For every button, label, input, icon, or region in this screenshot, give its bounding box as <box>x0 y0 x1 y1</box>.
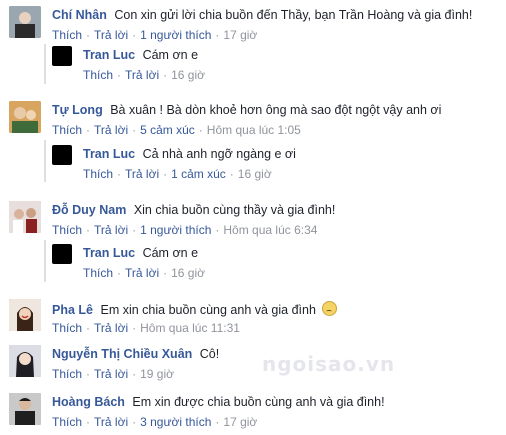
watermark-logo: ngoisao.vn <box>262 352 396 376</box>
comment-text: Cô! <box>199 347 220 361</box>
comment-text: Em xin chia buồn cùng anh và gia đình <box>100 303 316 317</box>
sad-face-emoji-icon <box>322 301 338 316</box>
comment-actions: Thích · Trả lời · 19 giờ <box>52 367 174 381</box>
timestamp[interactable]: 17 giờ <box>223 415 257 429</box>
comment-actions: Thích · Trả lời · 1 cảm xúc · 16 giờ <box>83 167 272 181</box>
avatar[interactable] <box>9 393 41 425</box>
reactions-count[interactable]: 1 người thích <box>140 223 211 237</box>
comment-text: Cám ơn e <box>142 246 199 260</box>
reply-link[interactable]: Trả lời <box>125 68 159 82</box>
comment-actions: Thích · Trả lời · 5 cảm xúc · Hôm qua lúc 1:05 <box>52 123 301 137</box>
avatar[interactable] <box>9 201 41 233</box>
reactions-count[interactable]: 1 người thích <box>140 28 211 42</box>
comment-text-line: Tự Long Bà xuân ! Bà dòn khoẻ hơn ông mà… <box>52 103 441 117</box>
comment-text-line: Đỗ Duy Nam Xin chia buồn cùng thầy và gi… <box>52 203 335 217</box>
reactions-count[interactable]: 3 người thích <box>140 415 211 429</box>
commenter-name[interactable]: Tran Luc <box>83 48 135 62</box>
reply-link[interactable]: Trả lời <box>94 28 128 42</box>
like-link[interactable]: Thích <box>52 28 82 42</box>
comment-text-line: Nguyễn Thị Chiều Xuân Cô! <box>52 347 219 361</box>
like-link[interactable]: Thích <box>52 367 82 381</box>
avatar-image <box>9 6 41 38</box>
like-link[interactable]: Thích <box>83 266 113 280</box>
avatar[interactable] <box>9 345 41 377</box>
timestamp[interactable]: 16 giờ <box>171 266 205 280</box>
avatar[interactable] <box>9 6 41 38</box>
comment-actions: Thích · Trả lời · 1 người thích · 17 giờ <box>52 28 258 42</box>
reply-link[interactable]: Trả lời <box>94 123 128 137</box>
avatar-image <box>9 345 41 377</box>
avatar[interactable] <box>52 244 72 264</box>
comment-text-line: Tran Luc Cả nhà anh ngỡ ngàng e ơi <box>83 147 296 161</box>
reply-thread-line <box>44 44 46 84</box>
timestamp[interactable]: 19 giờ <box>140 367 174 381</box>
timestamp[interactable]: Hôm qua lúc 11:31 <box>140 321 240 335</box>
like-link[interactable]: Thích <box>52 123 82 137</box>
commenter-name[interactable]: Tran Luc <box>83 246 135 260</box>
reply-link[interactable]: Trả lời <box>125 266 159 280</box>
avatar[interactable] <box>9 101 41 133</box>
avatar-image <box>9 201 41 233</box>
timestamp[interactable]: 16 giờ <box>238 167 272 181</box>
like-link[interactable]: Thích <box>52 321 82 335</box>
avatar[interactable] <box>52 145 72 165</box>
reply-link[interactable]: Trả lời <box>94 223 128 237</box>
comment-actions: Thích · Trả lời · Hôm qua lúc 11:31 <box>52 321 240 335</box>
timestamp[interactable]: 16 giờ <box>171 68 205 82</box>
reactions-count[interactable]: 1 cảm xúc <box>171 167 226 181</box>
avatar[interactable] <box>9 299 41 331</box>
comment-actions: Thích · Trả lời · 1 người thích · Hôm qua lúc … <box>52 223 318 237</box>
comment-text-line: Pha Lê Em xin chia buồn cùng anh và gia … <box>52 301 338 317</box>
comment-text-line: Chí Nhân Con xin gửi lời chia buồn đến T… <box>52 8 472 22</box>
commenter-name[interactable]: Tran Luc <box>83 147 135 161</box>
reply-link[interactable]: Trả lời <box>94 367 128 381</box>
commenter-name[interactable]: Hoàng Bách <box>52 395 125 409</box>
commenter-name[interactable]: Nguyễn Thị Chiều Xuân <box>52 347 192 361</box>
comment-text: Xin chia buồn cùng thầy và gia đình! <box>133 203 336 217</box>
comment-actions: Thích · Trả lời · 3 người thích · 17 giờ <box>52 415 258 429</box>
like-link[interactable]: Thích <box>52 415 82 429</box>
commenter-name[interactable]: Pha Lê <box>52 303 93 317</box>
reply-thread-line <box>44 140 46 182</box>
timestamp[interactable]: Hôm qua lúc 1:05 <box>207 123 301 137</box>
avatar[interactable] <box>52 46 72 66</box>
comment-text: Cả nhà anh ngỡ ngàng e ơi <box>142 147 296 161</box>
reply-thread-line <box>44 240 46 282</box>
comment-text: Cám ơn e <box>142 48 199 62</box>
reply-link[interactable]: Trả lời <box>94 321 128 335</box>
avatar-image <box>9 101 41 133</box>
avatar-image <box>9 393 41 425</box>
like-link[interactable]: Thích <box>83 167 113 181</box>
like-link[interactable]: Thích <box>52 223 82 237</box>
comment-actions: Thích · Trả lời · 16 giờ <box>83 266 205 280</box>
timestamp[interactable]: Hôm qua lúc 6:34 <box>223 223 317 237</box>
avatar-image <box>9 299 41 331</box>
reactions-count[interactable]: 5 cảm xúc <box>140 123 195 137</box>
commenter-name[interactable]: Chí Nhân <box>52 8 107 22</box>
comment-text: Bà xuân ! Bà dòn khoẻ hơn ông mà sao đột… <box>110 103 442 117</box>
comment-text-line: Tran Luc Cám ơn e <box>83 48 198 62</box>
commenter-name[interactable]: Tự Long <box>52 103 103 117</box>
comment-actions: Thích · Trả lời · 16 giờ <box>83 68 205 82</box>
comment-text: Con xin gửi lời chia buồn đến Thầy, bạn … <box>114 8 473 22</box>
commenter-name[interactable]: Đỗ Duy Nam <box>52 203 126 217</box>
timestamp[interactable]: 17 giờ <box>223 28 257 42</box>
reply-link[interactable]: Trả lời <box>94 415 128 429</box>
comment-text-line: Tran Luc Cám ơn e <box>83 246 198 260</box>
reply-link[interactable]: Trả lời <box>125 167 159 181</box>
like-link[interactable]: Thích <box>83 68 113 82</box>
